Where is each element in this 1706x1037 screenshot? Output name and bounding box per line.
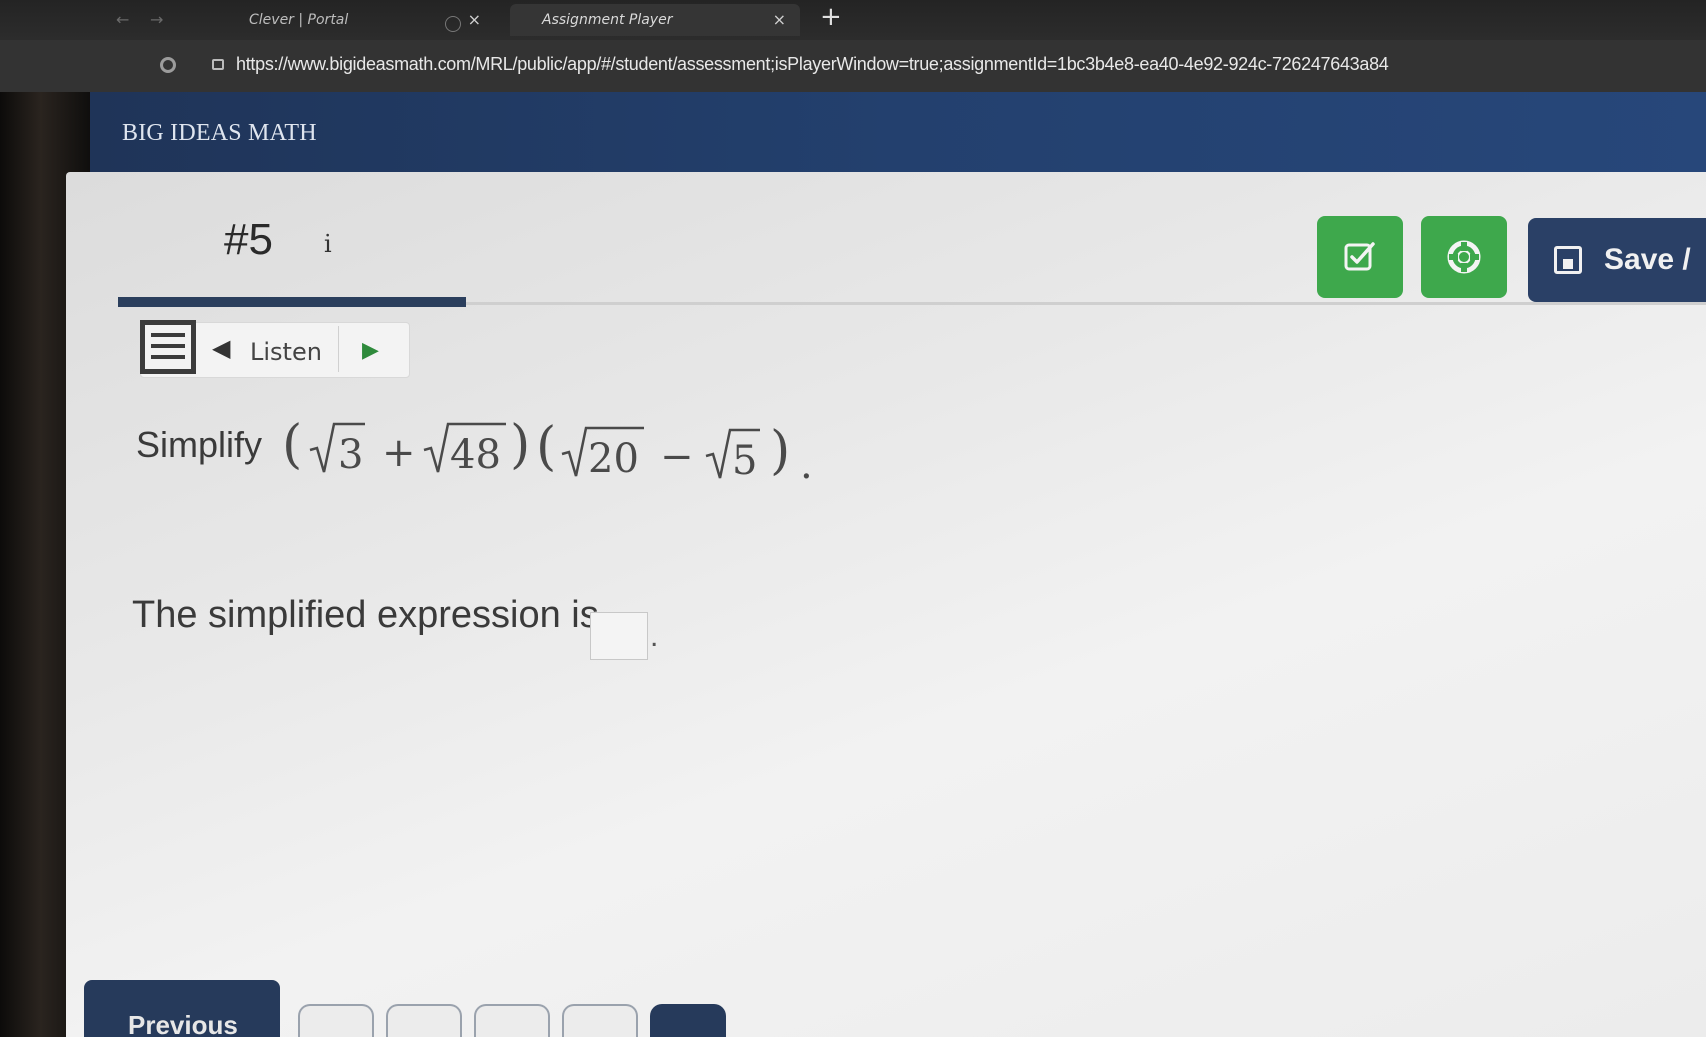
save-button[interactable]: Save / xyxy=(1528,218,1706,302)
lifebuoy-help-icon xyxy=(1447,240,1481,274)
lock-icon xyxy=(212,59,224,70)
info-icon[interactable]: i xyxy=(324,230,332,258)
math-radicand: 3 xyxy=(338,432,363,478)
answer-input[interactable] xyxy=(590,612,648,660)
play-icon[interactable]: ▶ xyxy=(362,338,379,363)
tab-close-icon[interactable]: × xyxy=(468,10,481,29)
math-operator: + xyxy=(382,430,416,476)
address-bar: https://www.bigideasmath.com/MRL/public/… xyxy=(0,40,1706,92)
question-prompt: Simplify xyxy=(136,424,263,465)
save-disk-icon xyxy=(1554,246,1582,274)
menu-icon[interactable] xyxy=(140,320,196,374)
tab-clever-portal[interactable]: Clever | Portal × xyxy=(225,4,495,36)
reload-icon[interactable] xyxy=(160,57,176,73)
math-expression: ( 3 + 48 ) ( 20 − 5 ) . xyxy=(282,415,813,488)
divider xyxy=(466,302,1706,305)
listen-button[interactable]: Listen xyxy=(250,338,322,366)
math-period: . xyxy=(800,442,813,488)
tab-assignment-player[interactable]: Assignment Player × xyxy=(510,4,800,36)
brand-logo: BIG IDEAS MATH xyxy=(122,120,317,146)
answer-prompt: The simplified expression is xyxy=(132,594,599,636)
browser-tab-bar: ← → Clever | Portal × Assignment Player … xyxy=(0,0,1706,40)
math-paren: ) xyxy=(510,415,530,475)
answer-period: . xyxy=(650,620,659,653)
question-page-button-current[interactable] xyxy=(650,1004,726,1037)
math-paren: ( xyxy=(282,415,302,475)
speaker-icon[interactable]: ◀ xyxy=(212,334,230,362)
previous-button-label: Previous xyxy=(128,1010,238,1037)
tab-favicon-icon xyxy=(445,16,461,32)
previous-button[interactable]: Previous xyxy=(84,980,280,1037)
back-arrow-icon[interactable]: ← xyxy=(116,10,129,29)
math-radicand: 5 xyxy=(732,438,757,484)
question-number: #5 xyxy=(224,215,273,264)
tab-title: Clever | Portal xyxy=(249,12,349,28)
tab-close-icon[interactable]: × xyxy=(773,10,786,29)
math-paren: ) xyxy=(770,421,790,481)
math-radicand: 20 xyxy=(588,436,639,482)
math-paren: ( xyxy=(536,417,556,477)
check-edit-icon xyxy=(1344,242,1375,271)
toolbar-divider xyxy=(338,326,339,372)
math-radicand: 48 xyxy=(450,432,501,478)
tab-title: Assignment Player xyxy=(542,12,673,28)
question-page-button[interactable] xyxy=(298,1004,374,1037)
active-question-indicator xyxy=(118,297,466,307)
question-page-button[interactable] xyxy=(562,1004,638,1037)
question-page-button[interactable] xyxy=(474,1004,550,1037)
math-operator: − xyxy=(660,434,694,480)
url-field[interactable]: https://www.bigideasmath.com/MRL/public/… xyxy=(236,54,1389,75)
question-page-button[interactable] xyxy=(386,1004,462,1037)
screen: ← → Clever | Portal × Assignment Player … xyxy=(0,0,1706,1037)
forward-arrow-icon[interactable]: → xyxy=(150,10,163,29)
new-tab-button[interactable]: + xyxy=(820,2,842,32)
help-button[interactable] xyxy=(1421,216,1507,298)
check-answer-button[interactable] xyxy=(1317,216,1403,298)
save-button-label: Save / xyxy=(1604,243,1691,276)
app-header: BIG IDEAS MATH xyxy=(90,92,1706,178)
